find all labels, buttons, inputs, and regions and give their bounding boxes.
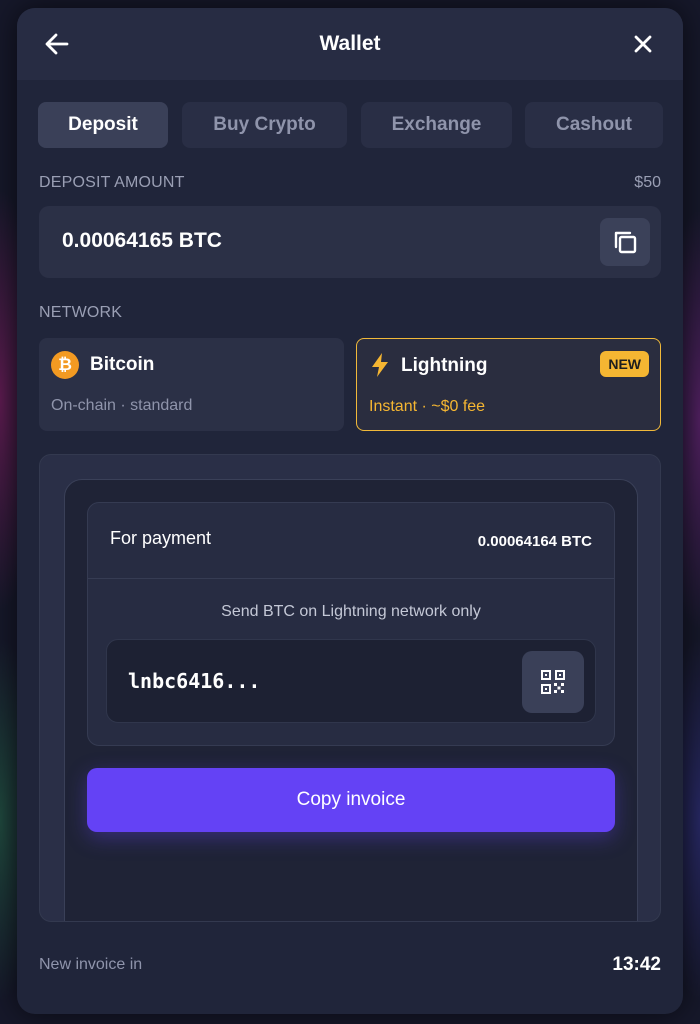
for-payment-amount: 0.00064164 BTC — [477, 533, 592, 550]
for-payment-label: For payment — [110, 528, 212, 548]
new-invoice-label: New invoice in — [39, 956, 143, 973]
payment-card: For payment 0.00064164 BTC Send BTC on L… — [87, 502, 615, 746]
qr-code-icon — [541, 670, 565, 694]
tab-cashout[interactable]: Cashout — [525, 102, 663, 148]
network-warning: Send BTC on Lightning network only — [221, 603, 481, 620]
tab-deposit[interactable]: Deposit — [38, 102, 168, 148]
network-subtitle-lightning: Instant · ~$0 fee — [369, 398, 486, 415]
network-option-bitcoin[interactable]: ₿ Bitcoin On-chain · standard — [39, 338, 344, 431]
bitcoin-icon: ₿ — [51, 351, 79, 379]
invoice-value: lnbc6416... — [128, 669, 261, 693]
network-name-lightning: Lightning — [401, 355, 488, 376]
wallet-modal: Wallet Deposit Buy Crypto Exchange Casho… — [17, 8, 683, 1014]
network-label: NETWORK — [39, 304, 123, 321]
deposit-usd-value: $50 — [634, 174, 661, 191]
deposit-amount-label: DEPOSIT AMOUNT — [39, 174, 185, 191]
invoice-panel: For payment 0.00064164 BTC Send BTC on L… — [39, 454, 661, 922]
modal-title: Wallet — [319, 32, 381, 55]
invoice-inner-panel: For payment 0.00064164 BTC Send BTC on L… — [64, 479, 638, 921]
close-icon — [634, 35, 652, 53]
close-button[interactable] — [627, 28, 659, 60]
network-option-lightning[interactable]: Lightning NEW Instant · ~$0 fee — [356, 338, 661, 431]
copy-amount-button[interactable] — [600, 218, 650, 266]
deposit-amount-value: 0.00064165 BTC — [62, 229, 222, 252]
payment-header: For payment 0.00064164 BTC — [88, 503, 614, 579]
lightning-bolt-icon — [372, 353, 388, 377]
modal-header: Wallet — [17, 8, 683, 80]
show-qr-button[interactable] — [522, 651, 584, 713]
network-name-bitcoin: Bitcoin — [90, 354, 155, 375]
new-badge: NEW — [600, 351, 649, 377]
copy-icon — [614, 231, 637, 254]
network-subtitle-bitcoin: On-chain · standard — [51, 397, 193, 414]
tab-exchange[interactable]: Exchange — [361, 102, 512, 148]
tab-buy-crypto[interactable]: Buy Crypto — [182, 102, 347, 148]
invoice-timer: 13:42 — [612, 954, 661, 975]
deposit-amount-field: 0.00064165 BTC — [39, 206, 661, 278]
invoice-field[interactable]: lnbc6416... — [106, 639, 596, 723]
copy-invoice-button[interactable]: Copy invoice — [87, 768, 615, 832]
